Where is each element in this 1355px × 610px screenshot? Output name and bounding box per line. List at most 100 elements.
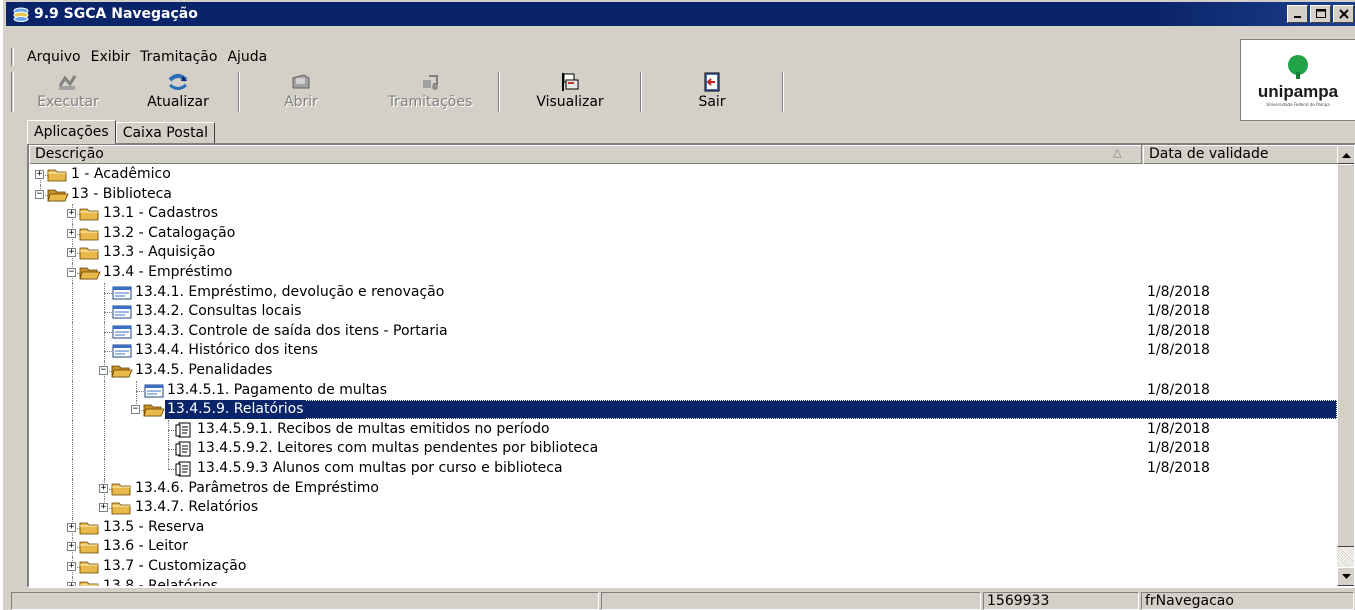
scroll-up-button[interactable] [1337,145,1354,164]
expand-icon[interactable]: + [67,229,76,238]
tree-node-label: 13.4.3. Controle de saída dos itens - Po… [135,323,448,339]
folder-open-icon [111,365,133,377]
expand-icon[interactable]: + [67,562,76,571]
tree-leaf-node[interactable]: 13.4.5.1. Pagamento de multas 1/8/2018 [29,381,1337,401]
execute-button[interactable]: Executar [18,70,118,114]
tree-folder-node[interactable]: − 13 - Biblioteca [29,185,1337,204]
tree-connector [72,341,73,361]
tree-connector [104,400,105,420]
title-bar[interactable]: 9.9 SGCA Navegação [6,2,1355,26]
tree-node-label: 13.5 - Reserva [103,519,205,535]
tree-leaf-node[interactable]: 13.4.4. Histórico dos itens 1/8/2018 [29,341,1337,361]
tree-node-label: 13.4 - Empréstimo [103,264,233,280]
tree-connector [72,587,88,588]
tree-node-label: 13.4.1. Empréstimo, devolução e renovaçã… [135,284,445,300]
tree-connector [72,283,73,303]
tree-node-label: 13.4.2. Consultas locais [135,303,302,319]
tree-folder-node[interactable]: +13.5 - Reserva [29,518,1337,538]
tree-leaf-node[interactable]: 13.4.5.9.2. Leitores com multas pendente… [29,439,1337,459]
tramitacoes-button[interactable]: Tramitações [362,70,498,114]
menu-tramitacao[interactable]: Tramitação [135,49,222,65]
collapse-icon[interactable]: − [131,405,140,414]
tree-leaf-node[interactable]: 13.4.1. Empréstimo, devolução e renovaçã… [29,283,1337,303]
open-button[interactable]: Abrir [240,70,362,114]
expand-icon[interactable]: + [35,170,44,179]
window-title: 9.9 SGCA Navegação [34,6,198,22]
tree-node-label: 13.2 - Catalogação [103,225,236,241]
tree-folder-node[interactable]: +13.2 - Catalogação [29,224,1337,244]
view-button[interactable]: Visualizar [500,70,640,114]
grid-header: Descrição △ Data de validade [29,145,1337,164]
sort-ascending-icon: △ [1113,146,1122,159]
refresh-button[interactable]: Atualizar [118,70,238,114]
tree-leaf-node[interactable]: 13.4.5.9.1. Recibos de multas emitidos n… [29,420,1337,440]
tree-connector [104,420,105,440]
menu-arquivo[interactable]: Arquivo [22,49,86,65]
tree-node-label: 13.4.5.1. Pagamento de multas [167,382,387,398]
status-panel-form: frNavegacao [1141,592,1354,610]
scroll-track[interactable] [1337,164,1354,567]
tree-folder-node[interactable]: +13.4.7. Relatórios [29,498,1337,518]
validity-date: 1/8/2018 [1147,284,1210,300]
column-header-data-validade[interactable]: Data de validade [1143,145,1337,164]
tab-caixa-postal[interactable]: Caixa Postal [115,122,216,144]
validity-date: 1/8/2018 [1147,421,1210,437]
logo-text: unipampa [1257,81,1339,101]
logo-subtitle: Universidade Federal do Pampa [1266,101,1330,107]
collapse-icon[interactable]: − [67,268,76,277]
folder-icon [79,561,99,573]
report-icon [175,461,191,476]
validity-date: 1/8/2018 [1147,342,1210,358]
tree-connector [72,439,73,459]
expand-icon[interactable]: + [67,523,76,532]
tree-folder-node[interactable]: +13.3 - Aquisição [29,243,1337,263]
menu-ajuda[interactable]: Ajuda [222,49,272,65]
tree-folder-node[interactable]: +13.8 - Relatórios [29,577,1337,588]
tree-node-label: 13.1 - Cadastros [103,205,219,221]
maximize-button[interactable] [1310,5,1331,23]
folder-icon [79,522,99,534]
exit-button[interactable]: Sair [642,70,782,114]
expand-icon[interactable]: + [67,209,76,218]
tree-node-label: 13.4.5.9. Relatórios [165,400,306,419]
toolbar-grip [11,72,14,112]
collapse-icon[interactable]: − [35,190,44,199]
expand-icon[interactable]: + [67,582,76,586]
tree-folder-node[interactable]: +13.4.6. Parâmetros de Empréstimo [29,479,1337,499]
tree-folder-node[interactable]: +13.1 - Cadastros [29,204,1337,224]
tree-leaf-node[interactable]: 13.4.2. Consultas locais 1/8/2018 [29,302,1337,322]
menu-exibir[interactable]: Exibir [86,49,136,65]
scroll-thumb[interactable] [1337,164,1354,547]
tree-folder-node[interactable]: +1 - Acadêmico [29,165,1337,195]
scroll-down-button[interactable] [1337,567,1354,586]
validity-date: 1/8/2018 [1147,303,1210,319]
expand-icon[interactable]: + [67,542,76,551]
selection-highlight [167,400,1337,419]
tree-folder-node[interactable]: − 13.4 - Empréstimo [29,263,1337,283]
tree-leaf-node[interactable]: 13.4.5.9.3 Alunos com multas por curso e… [29,459,1337,479]
expand-icon[interactable]: + [67,248,76,257]
tree-leaf-node[interactable]: 13.4.3. Controle de saída dos itens - Po… [29,322,1337,342]
tree-folder-node[interactable]: − 13.4.5. Penalidades [29,361,1337,381]
expand-icon[interactable]: + [99,503,108,512]
folder-icon [79,228,99,240]
tree-node-label: 13.4.5.9.1. Recibos de multas emitidos n… [197,421,550,437]
tree-node-label: 13.6 - Leitor [103,538,188,554]
scroll-track-free[interactable] [1337,547,1354,567]
status-panel-2 [601,592,981,610]
column-header-descricao[interactable]: Descrição [29,145,1142,164]
app-logo-icon [13,7,29,22]
tree-folder-node[interactable]: +13.7 - Customização [29,557,1337,577]
toolbar: Executar Atualizar Abrir Tramitações Vis… [11,70,1236,114]
tree-folder-node[interactable]: +13.6 - Leitor [29,537,1337,557]
tree-node-label: 13.4.6. Parâmetros de Empréstimo [135,480,379,496]
vertical-scrollbar[interactable] [1337,145,1354,586]
status-panel-user-id: 1569933 [983,592,1139,610]
status-panel-1 [11,592,599,610]
tab-aplicacoes[interactable]: Aplicações [27,120,116,144]
tree-folder-node[interactable]: − 13.4.5.9. Relatórios [29,400,1337,420]
collapse-icon[interactable]: − [99,366,108,375]
close-button[interactable] [1333,5,1354,23]
expand-icon[interactable]: + [99,484,108,493]
minimize-button[interactable] [1287,5,1308,23]
